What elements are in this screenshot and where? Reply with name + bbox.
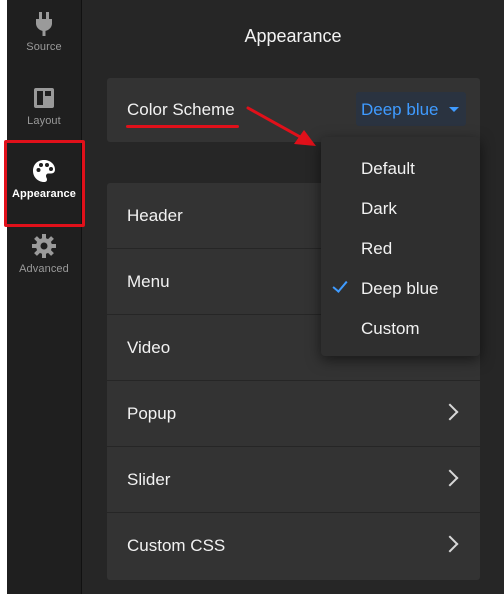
row-label: Video <box>127 338 171 357</box>
annotation-underline <box>126 125 239 128</box>
list-row-custom-css[interactable]: Custom CSS <box>107 513 480 579</box>
row-label: Slider <box>127 470 171 489</box>
plug-icon <box>36 12 52 36</box>
sidebar: Source Layout Appearance Advanced <box>7 0 82 594</box>
dropdown-option-custom[interactable]: Custom <box>321 308 480 348</box>
dropdown-option-dark[interactable]: Dark <box>321 188 480 228</box>
gear-icon <box>32 234 56 258</box>
sidebar-item-label: Appearance <box>12 188 76 200</box>
dropdown-option-deep-blue[interactable]: Deep blue <box>321 268 480 308</box>
sidebar-item-appearance[interactable]: Appearance <box>7 157 81 221</box>
chevron-right-icon <box>441 535 459 553</box>
color-scheme-label: Color Scheme <box>127 100 235 119</box>
sidebar-item-layout[interactable]: Layout <box>7 84 81 148</box>
option-label: Default <box>361 159 415 178</box>
row-label: Menu <box>127 272 170 291</box>
list-row-popup[interactable]: Popup <box>107 381 480 447</box>
option-label: Dark <box>361 199 397 218</box>
chevron-right-icon <box>441 469 459 487</box>
row-label: Custom CSS <box>127 536 226 555</box>
color-scheme-card: Color Scheme Deep blue <box>107 78 480 142</box>
sidebar-item-label: Layout <box>27 115 61 127</box>
dropdown-option-red[interactable]: Red <box>321 228 480 268</box>
page-title: Appearance <box>244 26 342 46</box>
list-row-slider[interactable]: Slider <box>107 447 480 513</box>
row-label: Popup <box>127 404 177 423</box>
checkmark-icon <box>332 277 348 293</box>
dropdown-option-default[interactable]: Default <box>321 148 480 188</box>
palette-icon <box>33 160 55 182</box>
sidebar-item-advanced[interactable]: Advanced <box>7 232 81 296</box>
sidebar-item-label: Advanced <box>19 263 69 275</box>
caret-down-icon <box>449 107 459 112</box>
option-label: Deep blue <box>361 279 439 298</box>
color-scheme-value: Deep blue <box>361 100 439 119</box>
sidebar-item-label: Source <box>26 41 62 53</box>
sidebar-item-source[interactable]: Source <box>7 10 81 74</box>
app-root: Source Layout Appearance Advanced Appear… <box>0 0 504 594</box>
layout-icon <box>34 88 54 108</box>
chevron-right-icon <box>441 403 459 421</box>
option-label: Custom <box>361 319 420 338</box>
color-scheme-dropdown: Default Dark Red Deep blue Custom <box>321 137 480 356</box>
color-scheme-select[interactable]: Deep blue <box>356 92 466 126</box>
row-label: Header <box>127 206 183 225</box>
option-label: Red <box>361 239 393 258</box>
